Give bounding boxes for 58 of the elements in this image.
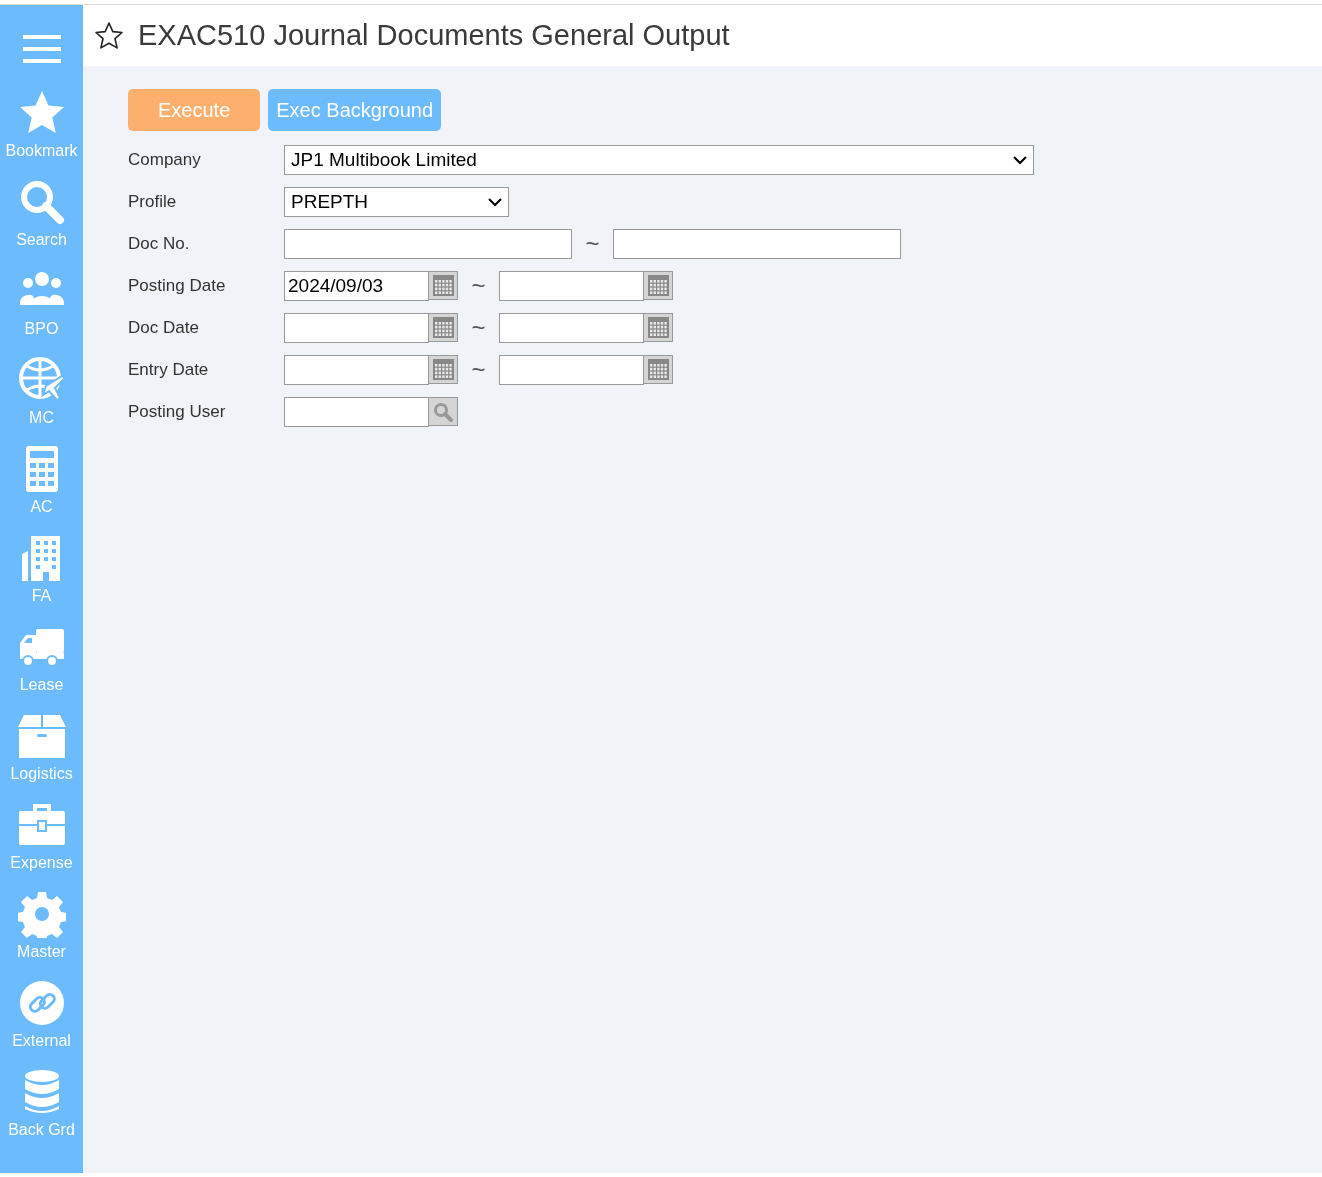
sidebar-item[interactable]: Expense [0, 801, 83, 890]
sidebar-item[interactable]: Lease [0, 623, 83, 712]
field-label: Profile [128, 191, 178, 214]
execute-button[interactable]: Execute [128, 89, 261, 131]
box-icon [17, 712, 66, 760]
date-field[interactable]: 2024/09/03 [284, 271, 429, 301]
field-label: Entry Date [128, 359, 210, 382]
range-separator: ~ [584, 229, 601, 259]
chevron-down-icon [1013, 155, 1027, 165]
chevron-down-icon [488, 197, 502, 207]
calendar-button[interactable] [644, 355, 673, 384]
sidebar-item[interactable]: BPO [0, 267, 83, 356]
calendar-button[interactable] [429, 271, 458, 300]
date-field[interactable] [499, 355, 644, 385]
range-separator: ~ [470, 271, 487, 301]
sidebar-item[interactable]: Master [0, 890, 83, 979]
user-field[interactable] [284, 397, 429, 427]
dropdown-field[interactable]: JP1 Multibook Limited [284, 145, 1034, 175]
calendar-icon [432, 359, 454, 380]
sidebar-item[interactable]: Logistics [0, 712, 83, 801]
calendar-icon [647, 359, 669, 380]
link-icon [17, 979, 66, 1027]
range-separator: ~ [470, 355, 487, 385]
calendar-icon [647, 275, 669, 296]
calendar-button[interactable] [429, 355, 458, 384]
calendar-icon [432, 275, 454, 296]
date-field[interactable] [499, 313, 644, 343]
sidebar-item[interactable]: External [0, 979, 83, 1068]
date-field[interactable] [284, 313, 429, 343]
field-label: Doc No. [128, 233, 191, 256]
range-separator: ~ [470, 313, 487, 343]
calendar-icon [432, 317, 454, 338]
menu-icon[interactable] [22, 35, 61, 63]
field-label: Company [128, 149, 202, 172]
field-label: Doc Date [128, 317, 200, 340]
calendar-button[interactable] [644, 271, 673, 300]
search-icon [433, 401, 453, 422]
field-label: Posting User [128, 401, 227, 424]
dropdown-field[interactable]: PREPTH [284, 187, 509, 217]
sidebar-item[interactable]: Search [0, 178, 83, 267]
sidebar-item[interactable]: MC [0, 356, 83, 445]
field-label: Posting Date [128, 275, 227, 298]
sidebar-item[interactable]: AC [0, 445, 83, 534]
date-field[interactable] [499, 271, 644, 301]
calendar-button[interactable] [429, 313, 458, 342]
sidebar-item[interactable]: FA [0, 534, 83, 623]
calendar-button[interactable] [644, 313, 673, 342]
sidebar-item[interactable]: Back Grd [0, 1068, 83, 1157]
exec-background-button[interactable]: Exec Background [268, 89, 442, 131]
settings-icon [17, 890, 66, 938]
lookup-button[interactable] [429, 397, 458, 426]
bookmark-star-icon[interactable] [94, 21, 124, 50]
sidebar-item[interactable]: Bookmark [0, 89, 83, 178]
text-field[interactable] [284, 229, 572, 259]
text-field[interactable] [613, 229, 901, 259]
page-title: EXAC510 Journal Documents General Output [138, 18, 730, 53]
calendar-icon [647, 317, 669, 338]
date-field[interactable] [284, 355, 429, 385]
